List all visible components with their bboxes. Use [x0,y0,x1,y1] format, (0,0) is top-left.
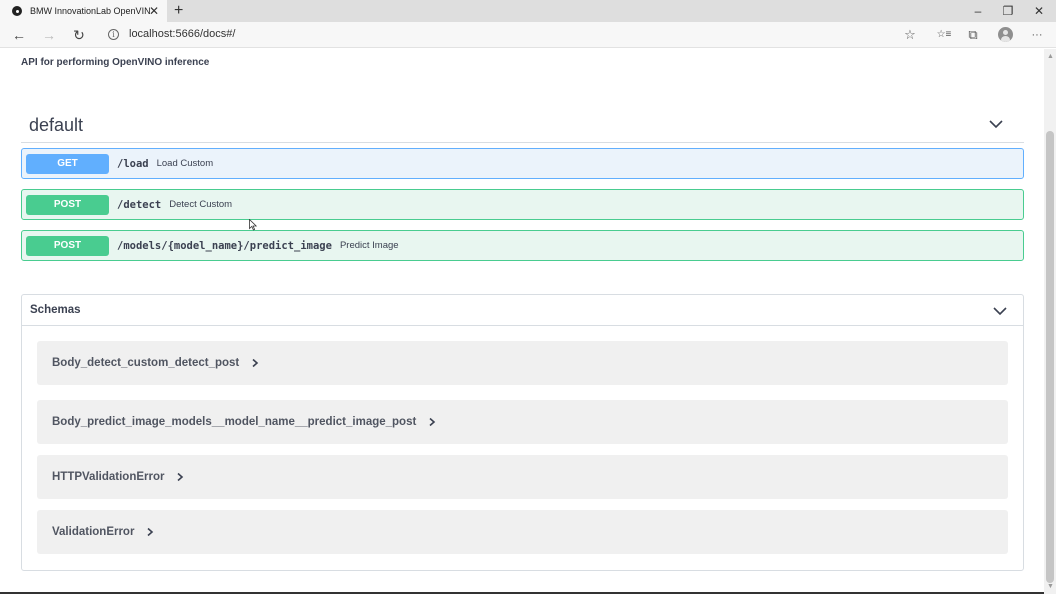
forward-button[interactable]: → [40,26,58,44]
close-window-button[interactable]: ✕ [1029,3,1049,19]
site-info-icon[interactable]: i [108,29,119,40]
favorites-icon[interactable]: ☆≡ [933,27,955,43]
schemas-section: Schemas Body_detect_custom_detect_post B… [21,294,1024,571]
back-button[interactable]: ← [10,26,28,44]
scroll-up-icon[interactable]: ▲ [1047,53,1054,61]
method-badge: GET [26,153,109,174]
chevron-right-icon [429,417,436,427]
model-name: Body_predict_image_models__model_name__p… [52,416,417,428]
swagger-page: API for performing OpenVINO inference de… [0,49,1044,594]
more-icon[interactable]: ··· [1028,27,1046,43]
method-badge: POST [26,194,109,215]
browser-toolbar: ← → ↻ i localhost:5666/docs#/ ☆ ☆≡ ⧉ ··· [0,22,1056,48]
operation-summary: Load Custom [156,158,214,169]
favorite-star-icon[interactable]: ☆ [902,27,918,43]
chevron-down-icon[interactable] [992,305,1008,317]
operation-path: /detect [117,198,162,211]
schema-model[interactable]: Body_detect_custom_detect_post [37,341,1008,385]
chevron-right-icon [147,527,154,537]
model-name: Body_detect_custom_detect_post [52,357,240,369]
model-name: ValidationError [52,526,135,538]
profile-icon[interactable] [998,27,1013,42]
operation-path: /load [117,157,149,170]
collections-icon[interactable]: ⧉ [965,27,981,43]
tab-close-icon[interactable]: ✕ [149,3,159,19]
address-bar[interactable]: localhost:5666/docs#/ [129,28,235,40]
schema-model[interactable]: HTTPValidationError [37,455,1008,499]
tab-title: BMW InnovationLab OpenVINO [30,6,150,16]
tab-strip: BMW InnovationLab OpenVINO ✕ + – ❐ ✕ [0,0,1056,22]
api-description: API for performing OpenVINO inference [21,57,210,68]
restore-button[interactable]: ❐ [998,3,1018,19]
mouse-cursor-icon [249,219,257,231]
schema-model[interactable]: Body_predict_image_models__model_name__p… [37,400,1008,444]
scrollbar-thumb[interactable] [1046,131,1054,583]
minimize-button[interactable]: – [968,3,988,19]
operation-get-load[interactable]: GET /load Load Custom [21,148,1024,179]
browser-tab[interactable]: BMW InnovationLab OpenVINO ✕ [0,0,167,22]
model-name: HTTPValidationError [52,471,165,483]
scroll-down-icon[interactable]: ▼ [1047,583,1054,591]
schemas-header[interactable]: Schemas [22,295,1023,326]
schema-model[interactable]: ValidationError [37,510,1008,554]
new-tab-button[interactable]: + [174,1,183,21]
favicon-icon [12,6,22,16]
schemas-title: Schemas [30,304,81,316]
chevron-right-icon [252,358,259,368]
method-badge: POST [26,235,109,256]
page-scrollbar[interactable]: ▲ ▼ [1044,49,1056,594]
refresh-button[interactable]: ↻ [70,26,88,44]
chevron-down-icon[interactable] [988,118,1004,130]
tag-title[interactable]: default [29,115,83,136]
tag-divider [21,142,1024,143]
operation-path: /models/{model_name}/predict_image [117,239,332,252]
operation-post-predict-image[interactable]: POST /models/{model_name}/predict_image … [21,230,1024,261]
operation-summary: Detect Custom [169,199,233,210]
chevron-right-icon [177,472,184,482]
operation-post-detect[interactable]: POST /detect Detect Custom [21,189,1024,220]
operation-summary: Predict Image [339,240,399,251]
